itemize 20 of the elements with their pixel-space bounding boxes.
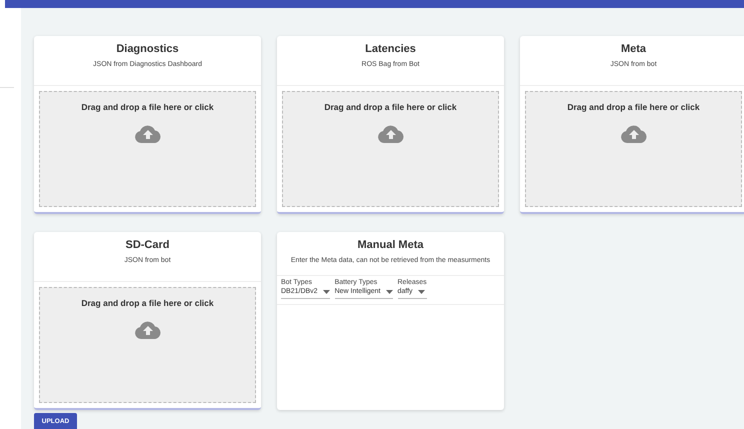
- caret-icon: [386, 290, 392, 294]
- dropzone-text: Drag and drop a file here or click: [324, 102, 457, 112]
- dropzone[interactable]: Drag and drop a file here or click: [525, 91, 742, 207]
- cloud-upload-icon: [620, 125, 646, 143]
- dropzone[interactable]: Drag and drop a file here or click: [39, 287, 256, 403]
- card-title: Manual Meta: [357, 239, 424, 251]
- dropzone-text: Drag and drop a file here or click: [81, 102, 214, 112]
- card-title: Meta: [620, 43, 646, 55]
- card-title: Latencies: [365, 43, 416, 55]
- dropzone-text: Drag and drop a file here or click: [567, 102, 700, 112]
- dropzone-text: Drag and drop a file here or click: [81, 298, 214, 308]
- caret-icon: [418, 290, 425, 294]
- dropzone[interactable]: Drag and drop a file here or click: [282, 91, 499, 207]
- cloud-upload-icon: [134, 125, 160, 143]
- card-title: SD-Card: [125, 239, 170, 251]
- caret-icon: [322, 290, 330, 294]
- cloud-upload-icon: [134, 321, 160, 339]
- dropzone[interactable]: Drag and drop a file here or click: [39, 91, 256, 207]
- card-title: Diagnostics: [116, 43, 179, 55]
- cloud-upload-icon: [378, 125, 404, 143]
